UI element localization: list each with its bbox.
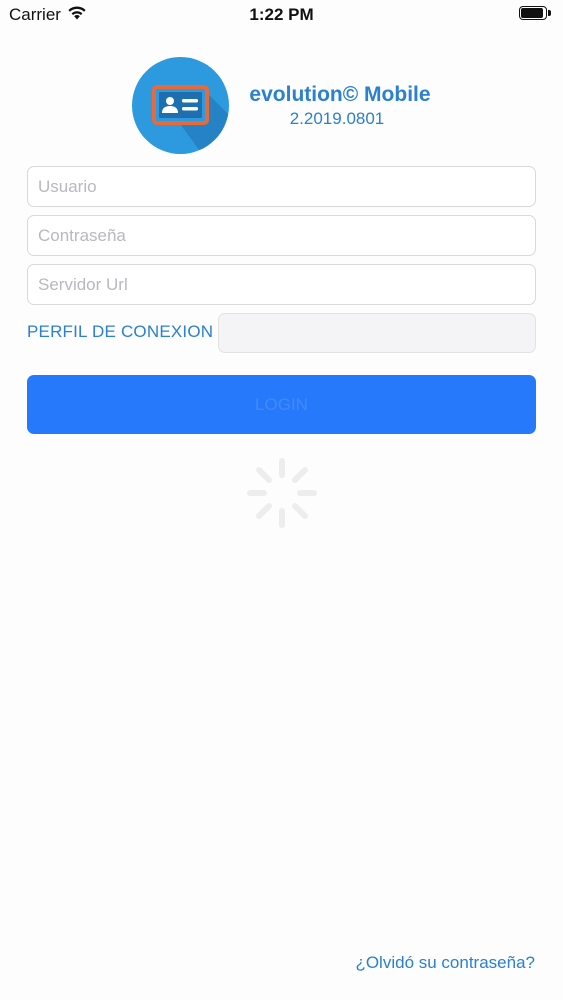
status-bar: Carrier 1:22 PM bbox=[0, 0, 563, 30]
connection-profile-select[interactable] bbox=[218, 313, 536, 353]
battery-icon bbox=[519, 6, 553, 22]
status-time: 1:22 PM bbox=[249, 5, 314, 24]
id-card-icon bbox=[132, 57, 229, 154]
loading-spinner-icon bbox=[244, 455, 320, 531]
connection-profile-label: PERFIL DE CONEXION bbox=[27, 322, 214, 341]
server-url-input[interactable] bbox=[27, 264, 536, 305]
app-title: evolution© Mobile bbox=[249, 83, 431, 106]
forgot-password-link[interactable]: ¿Olvidó su contraseña? bbox=[355, 953, 535, 973]
username-input[interactable] bbox=[27, 166, 536, 207]
app-version: 2.2019.0801 bbox=[289, 109, 385, 128]
password-input[interactable] bbox=[27, 215, 536, 256]
login-button[interactable]: LOGIN bbox=[27, 375, 536, 434]
